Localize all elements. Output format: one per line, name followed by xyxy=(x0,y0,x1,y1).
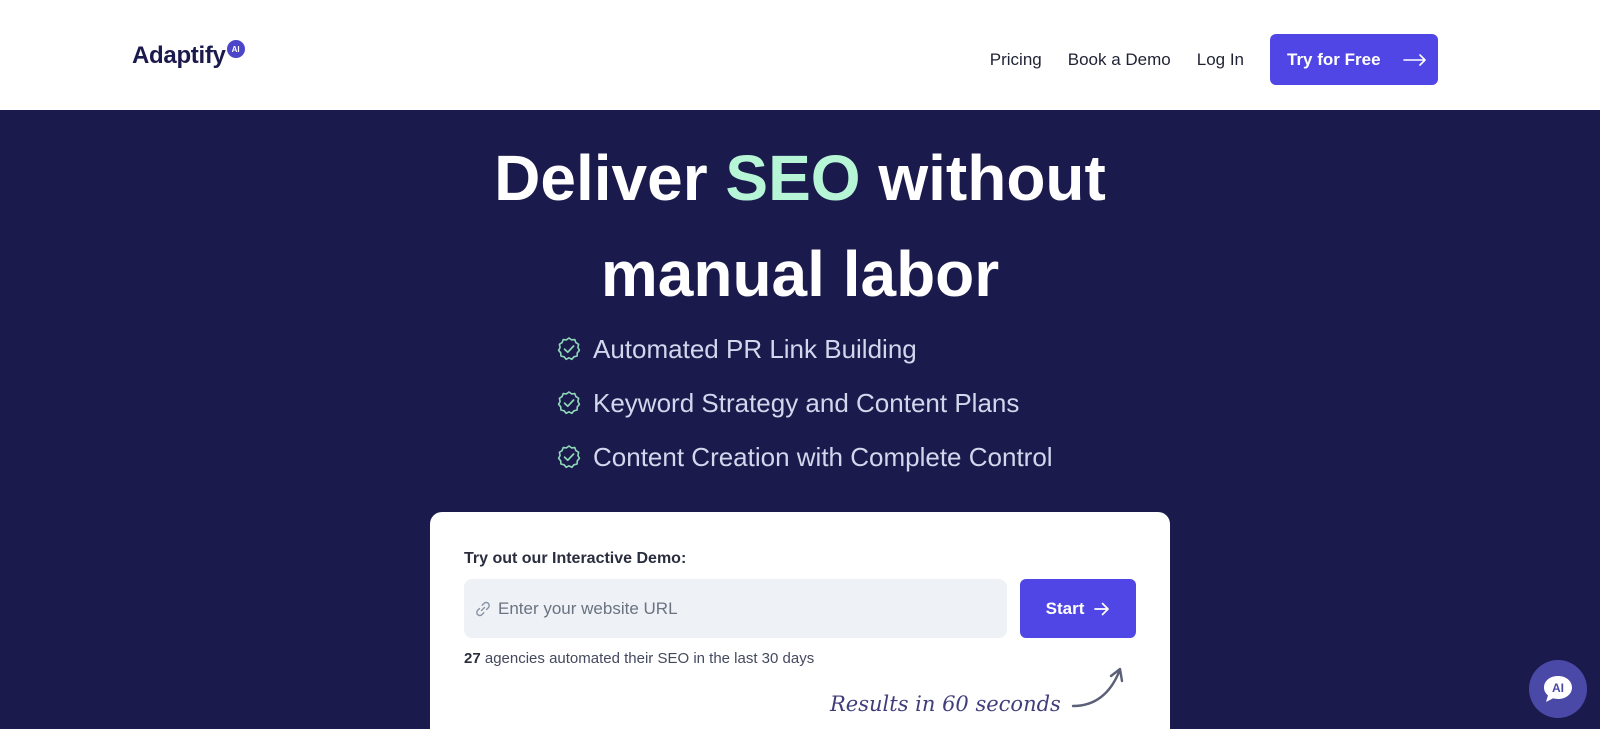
logo-wordmark: Adaptify xyxy=(132,42,226,69)
agency-count: 27 xyxy=(464,650,481,667)
chat-bubble-icon: AI xyxy=(1542,674,1574,704)
start-button-label: Start xyxy=(1045,598,1085,618)
chat-ai-label: AI xyxy=(1552,681,1564,695)
curved-arrow-icon xyxy=(1071,667,1124,708)
headline-accent-seo: SEO xyxy=(725,142,861,214)
try-for-free-label: Try for Free xyxy=(1287,49,1381,69)
feature-text: Content Creation with Complete Control xyxy=(593,441,1053,472)
social-proof-text: 27 agencies automated their SEO in the l… xyxy=(464,650,814,667)
main-nav: Pricing Book a Demo Log In Try for Free xyxy=(990,34,1438,85)
adaptify-logo[interactable]: Adaptify AI xyxy=(132,40,245,70)
feature-item: Keyword Strategy and Content Plans xyxy=(556,376,1053,430)
arrow-right-icon xyxy=(1402,53,1426,66)
feature-item: Content Creation with Complete Control xyxy=(556,430,1053,484)
headline-line-2: manual labor xyxy=(600,238,1000,310)
demo-card-label: Try out our Interactive Demo: xyxy=(464,550,687,567)
nav-pricing-link[interactable]: Pricing xyxy=(990,50,1042,70)
feature-list: Automated PR Link Building Keyword Strat… xyxy=(556,322,1053,484)
nav-login-link[interactable]: Log In xyxy=(1197,50,1244,70)
badge-check-icon xyxy=(557,337,581,361)
hero-headline: Deliver SEO without manual labor xyxy=(0,130,1600,322)
interactive-demo-card: Try out our Interactive Demo: Start 27 a… xyxy=(430,512,1170,729)
ai-chat-launcher[interactable]: AI xyxy=(1529,660,1587,718)
ai-badge-icon: AI xyxy=(226,40,245,58)
link-icon xyxy=(476,601,490,616)
results-annotation: Results in 60 seconds xyxy=(830,662,1131,716)
top-navigation-bar: Adaptify AI Pricing Book a Demo Log In T… xyxy=(0,0,1600,110)
badge-check-icon xyxy=(557,391,581,415)
feature-text: Keyword Strategy and Content Plans xyxy=(593,387,1020,418)
badge-check-icon xyxy=(557,445,581,469)
results-note-text: Results in 60 seconds xyxy=(830,692,1061,716)
start-demo-button[interactable]: Start xyxy=(1020,579,1136,638)
headline-word-without: without xyxy=(878,142,1106,214)
feature-item: Automated PR Link Building xyxy=(556,322,1053,376)
website-url-field[interactable] xyxy=(464,579,1007,638)
feature-text: Automated PR Link Building xyxy=(593,333,917,364)
social-proof-message: agencies automated their SEO in the last… xyxy=(484,650,815,667)
headline-word-deliver: Deliver xyxy=(494,142,708,214)
website-url-input[interactable] xyxy=(498,598,978,619)
nav-book-demo-link[interactable]: Book a Demo xyxy=(1068,50,1171,70)
try-for-free-button[interactable]: Try for Free xyxy=(1270,34,1438,85)
arrow-right-icon xyxy=(1094,602,1110,615)
